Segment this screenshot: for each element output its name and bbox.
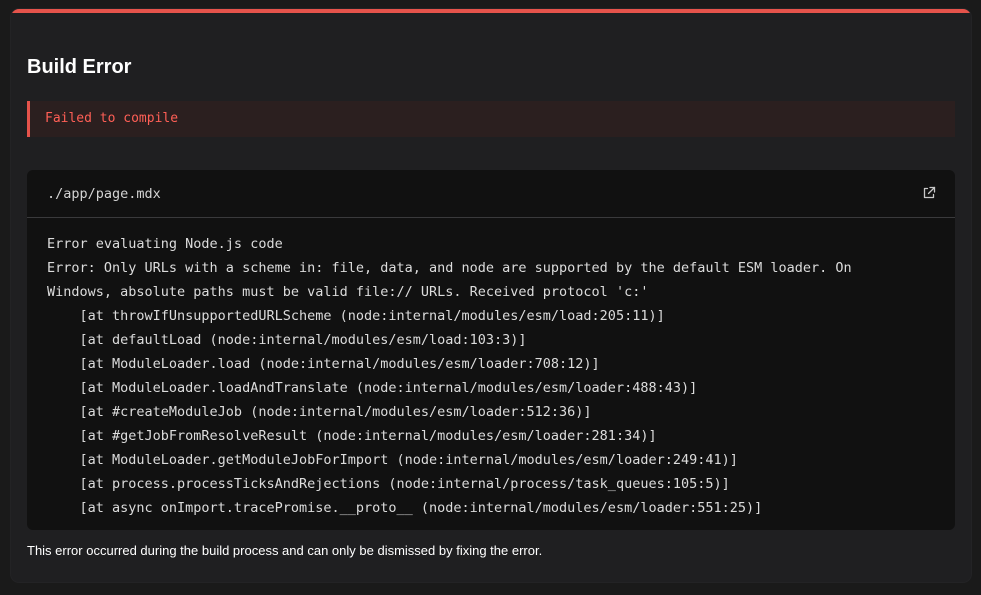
error-accent-bar xyxy=(11,9,971,13)
dialog-title: Build Error xyxy=(27,56,132,78)
stack-frame-line: [at #createModuleJob (node:internal/modu… xyxy=(47,404,592,420)
stack-frame-line: [at ModuleLoader.load (node:internal/mod… xyxy=(47,356,600,372)
stack-frame-line: [at async onImport.tracePromise.__proto_… xyxy=(47,500,763,516)
code-line: Windows, absolute paths must be valid fi… xyxy=(47,284,649,300)
build-error-dialog: Build Error Failed to compile ./app/page… xyxy=(11,9,971,582)
error-stack-trace: Error evaluating Node.js code Error: Onl… xyxy=(47,232,943,520)
file-path-link[interactable]: ./app/page.mdx xyxy=(47,185,161,203)
stack-frame-line: [at process.processTicksAndRejections (n… xyxy=(47,476,730,492)
error-banner: Failed to compile xyxy=(27,101,955,137)
stack-frame-line: [at ModuleLoader.getModuleJobForImport (… xyxy=(47,452,738,468)
stack-frame-line: [at #getJobFromResolveResult (node:inter… xyxy=(47,428,657,444)
stack-frame-line: [at defaultLoad (node:internal/modules/e… xyxy=(47,332,527,348)
code-line: Error evaluating Node.js code xyxy=(47,236,283,252)
open-in-editor-button[interactable] xyxy=(921,185,937,201)
code-frame-header: ./app/page.mdx xyxy=(27,170,955,218)
footer-note: This error occurred during the build pro… xyxy=(27,543,543,558)
stack-frame-line: [at ModuleLoader.loadAndTranslate (node:… xyxy=(47,380,698,396)
code-frame: ./app/page.mdx Error evaluating Node.js … xyxy=(27,170,955,530)
external-link-icon xyxy=(923,186,936,199)
code-line: Error: Only URLs with a scheme in: file,… xyxy=(47,260,852,276)
error-banner-text: Failed to compile xyxy=(45,111,179,126)
stack-frame-line: [at throwIfUnsupportedURLScheme (node:in… xyxy=(47,308,665,324)
